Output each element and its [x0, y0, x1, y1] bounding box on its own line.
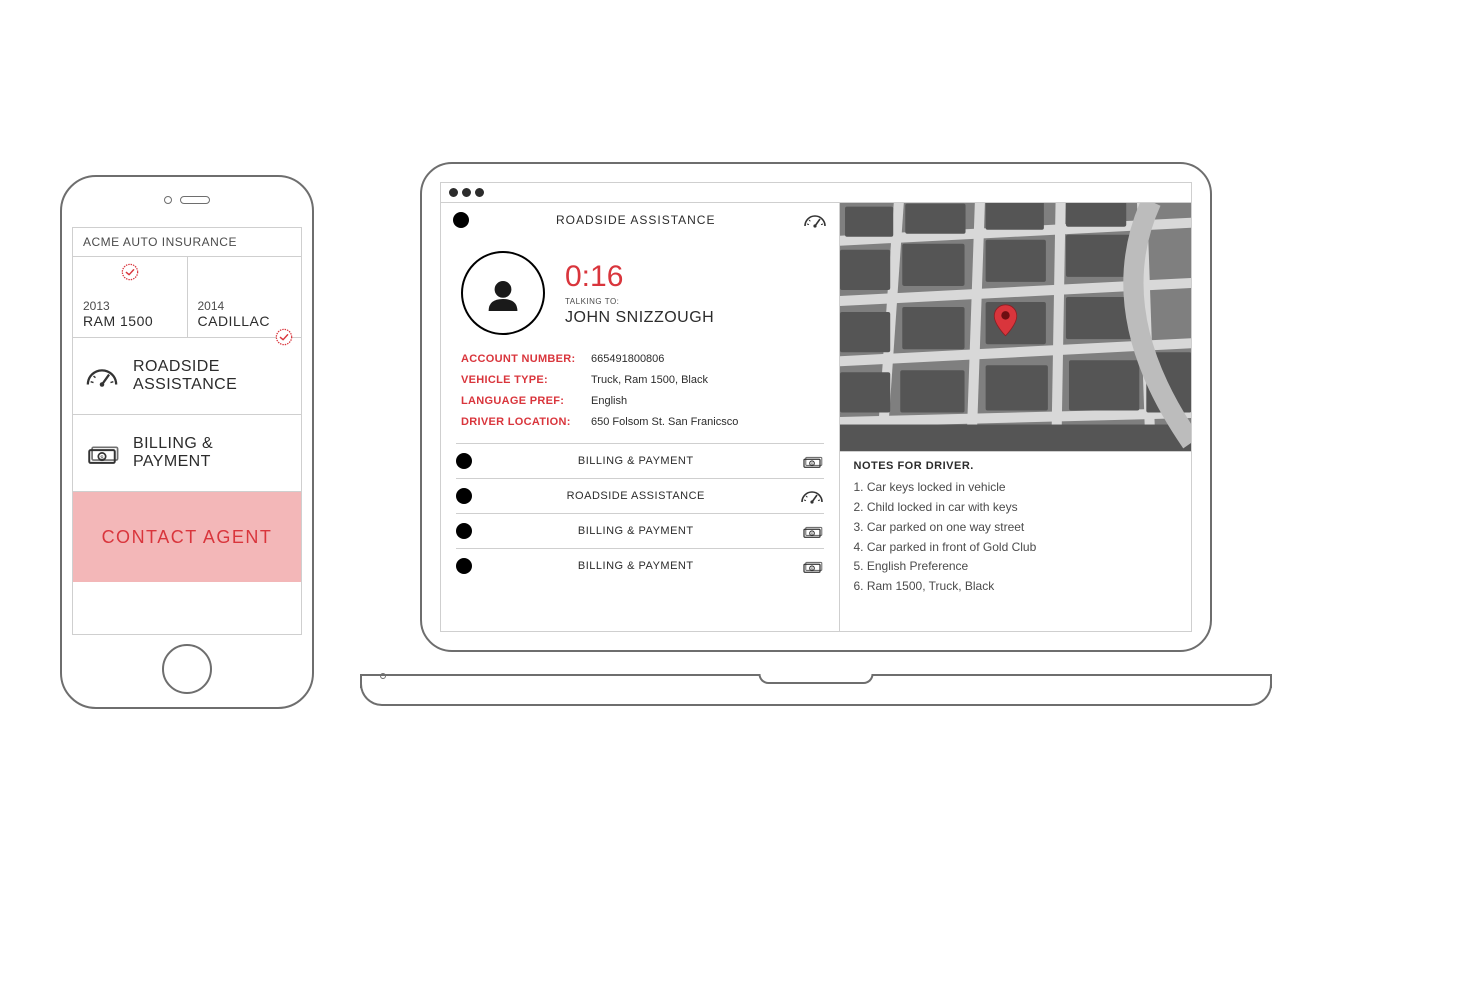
caller-info: 0:16 TALKING TO: JOHN SNIZZOUGH — [441, 237, 839, 345]
verified-stamp-icon — [275, 328, 293, 346]
app-title: ACME AUTO INSURANCE — [73, 228, 301, 257]
phone-hardware-top — [62, 177, 312, 222]
note-item: 5. English Preference — [854, 557, 1178, 577]
talking-to-label: TALKING TO: — [565, 297, 714, 306]
vehicle-card-1[interactable]: 2014 CADILLAC — [188, 257, 302, 337]
history-row[interactable]: BILLING & PAYMENT — [456, 513, 824, 548]
interaction-history: BILLING & PAYMENT ROADSIDE ASSISTANCE BI — [441, 443, 839, 631]
window-dot-icon[interactable] — [462, 188, 471, 197]
cash-icon — [85, 439, 119, 467]
cash-icon — [800, 453, 824, 469]
notes-header: NOTES FOR DRIVER. — [840, 452, 1192, 474]
laptop-device: ROADSIDE ASSISTANCE 0:16 TALKING TO: JOH… — [420, 162, 1212, 692]
cash-icon — [800, 523, 824, 539]
phone-screen: ACME AUTO INSURANCE 2013 RAM 1500 2014 C… — [72, 227, 302, 635]
call-pane: ROADSIDE ASSISTANCE 0:16 TALKING TO: JOH… — [441, 203, 840, 631]
window-dot-icon[interactable] — [475, 188, 484, 197]
vehicle-selector: 2013 RAM 1500 2014 CADILLAC — [73, 257, 301, 338]
notes-list: 1. Car keys locked in vehicle 2. Child l… — [840, 474, 1192, 607]
history-row[interactable]: BILLING & PAYMENT — [456, 548, 824, 583]
contact-agent-button[interactable]: CONTACT AGENT — [73, 492, 301, 582]
laptop-base — [360, 674, 1272, 706]
pane-title: ROADSIDE ASSISTANCE — [485, 213, 787, 227]
laptop-lid: ROADSIDE ASSISTANCE 0:16 TALKING TO: JOH… — [420, 162, 1212, 652]
pane-header: ROADSIDE ASSISTANCE — [441, 203, 839, 237]
vehicle-year: 2013 — [83, 299, 177, 313]
status-dot-icon — [456, 558, 472, 574]
avatar — [461, 251, 545, 335]
account-details: ACCOUNT NUMBER:665491800806 VEHICLE TYPE… — [441, 345, 839, 443]
driver-location-map[interactable] — [840, 203, 1192, 452]
gauge-icon — [803, 212, 827, 228]
detail-row: VEHICLE TYPE:Truck, Ram 1500, Black — [461, 370, 819, 391]
menu-label: BILLING & PAYMENT — [133, 435, 213, 472]
menu-label: ROADSIDE ASSISTANCE — [133, 358, 237, 395]
detail-row: ACCOUNT NUMBER:665491800806 — [461, 349, 819, 370]
detail-row: DRIVER LOCATION:650 Folsom St. San Frani… — [461, 412, 819, 433]
status-dot-icon — [456, 453, 472, 469]
speaker-icon — [180, 196, 210, 204]
menu-roadside-assistance[interactable]: ROADSIDE ASSISTANCE — [73, 338, 301, 415]
status-dot-icon — [456, 488, 472, 504]
home-button[interactable] — [162, 644, 212, 694]
trackpad-notch — [759, 674, 874, 684]
call-timer: 0:16 — [565, 260, 714, 294]
notes-pane: NOTES FOR DRIVER. 1. Car keys locked in … — [840, 203, 1192, 631]
note-item: 4. Car parked in front of Gold Club — [854, 538, 1178, 558]
status-dot-icon — [456, 523, 472, 539]
vehicle-card-0[interactable]: 2013 RAM 1500 — [73, 257, 188, 337]
history-row[interactable]: BILLING & PAYMENT — [456, 443, 824, 478]
gauge-icon — [85, 362, 119, 390]
menu-billing-payment[interactable]: BILLING & PAYMENT — [73, 415, 301, 492]
note-item: 2. Child locked in car with keys — [854, 498, 1178, 518]
history-row[interactable]: ROADSIDE ASSISTANCE — [456, 478, 824, 513]
vehicle-year: 2014 — [198, 299, 292, 313]
note-item: 1. Car keys locked in vehicle — [854, 478, 1178, 498]
window-dot-icon[interactable] — [449, 188, 458, 197]
cash-icon — [800, 558, 824, 574]
detail-row: LANGUAGE PREF:English — [461, 391, 819, 412]
gauge-icon — [800, 488, 824, 504]
note-item: 3. Car parked on one way street — [854, 518, 1178, 538]
vehicle-model: RAM 1500 — [83, 313, 177, 329]
window-controls — [441, 183, 1191, 203]
status-dot-icon — [453, 212, 469, 228]
camera-dot-icon — [164, 196, 172, 204]
note-item: 6. Ram 1500, Truck, Black — [854, 577, 1178, 597]
laptop-screen: ROADSIDE ASSISTANCE 0:16 TALKING TO: JOH… — [440, 182, 1192, 632]
caller-name: JOHN SNIZZOUGH — [565, 309, 714, 327]
verified-stamp-icon — [121, 263, 139, 281]
vehicle-model: CADILLAC — [198, 313, 292, 329]
phone-device: ACME AUTO INSURANCE 2013 RAM 1500 2014 C… — [60, 175, 314, 709]
hinge-dot-icon — [380, 673, 386, 679]
contact-agent-label: CONTACT AGENT — [102, 527, 273, 548]
person-icon — [479, 272, 527, 314]
